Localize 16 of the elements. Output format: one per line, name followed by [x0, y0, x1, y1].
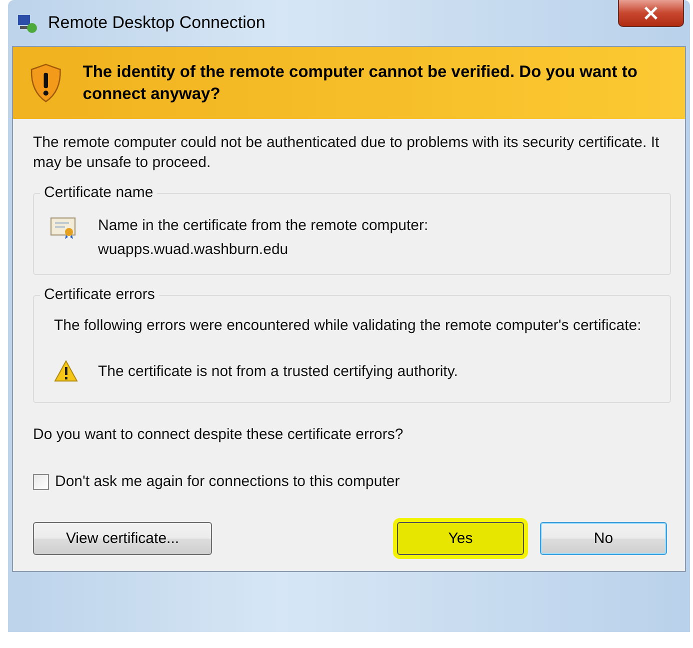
view-certificate-button[interactable]: View certificate...	[33, 522, 212, 555]
window-title: Remote Desktop Connection	[48, 13, 266, 33]
warning-icon	[54, 360, 78, 382]
certificate-label: Name in the certificate from the remote computer:	[98, 216, 428, 236]
certificate-name: wuapps.wuad.washburn.edu	[98, 240, 290, 260]
remote-desktop-icon	[16, 12, 38, 34]
close-button[interactable]: ×	[618, 0, 684, 27]
errors-description: The following errors were encountered while validating the remote computer's certificate:	[54, 316, 642, 336]
intro-text: The remote computer could not be authenticated due to problems with its security certificate. It may be unsafe to proceed.	[33, 133, 660, 173]
error-text: The certificate is not from a trusted certifying authority.	[98, 362, 458, 380]
checkbox-label[interactable]: Don't ask me again for connections to this computer	[55, 473, 400, 490]
checkbox[interactable]	[33, 474, 49, 490]
question-text: Do you want to connect despite these certificate errors?	[33, 425, 404, 445]
dialog-button[interactable]: No	[540, 522, 667, 555]
certificate-icon	[50, 216, 78, 240]
warning-heading: The identity of the remote computer cannot be verified. Do you want to connect anyway?	[82, 62, 638, 105]
